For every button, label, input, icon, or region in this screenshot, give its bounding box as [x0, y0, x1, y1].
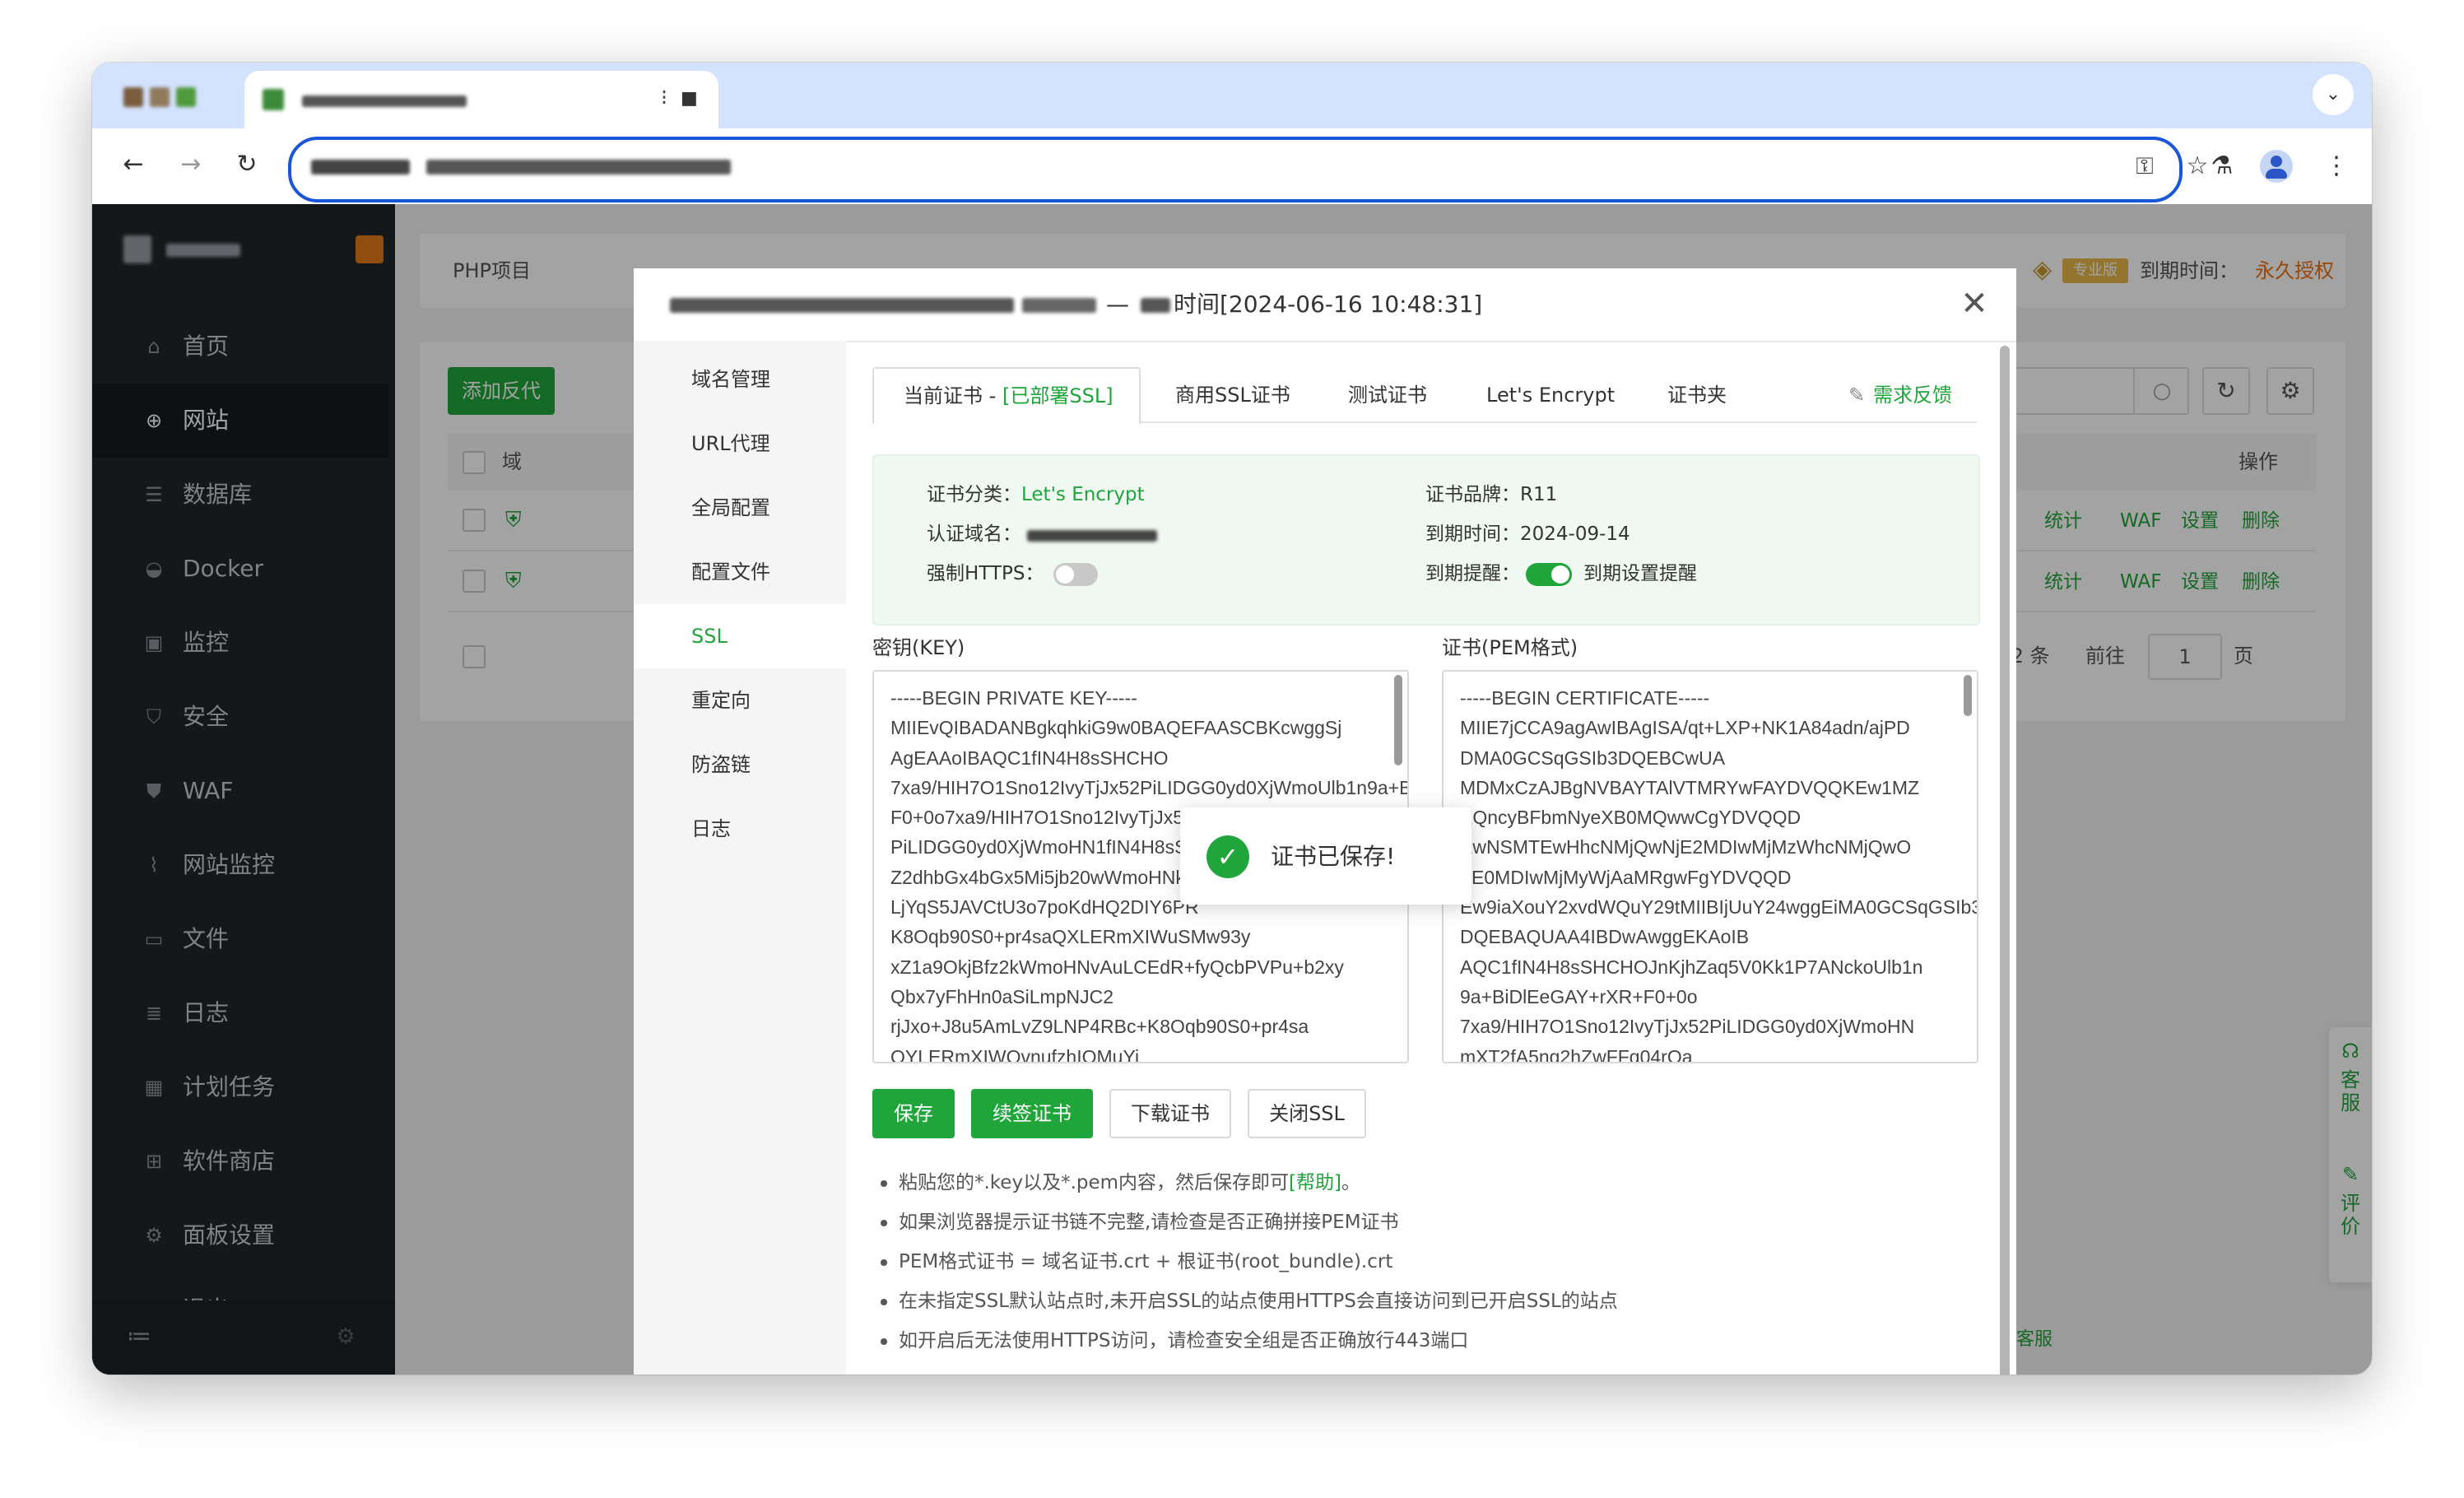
new-tab-icon[interactable]: ⁝ — [652, 86, 676, 110]
close-ssl-button[interactable]: 关闭SSL — [1248, 1089, 1366, 1138]
profile-icon[interactable] — [2260, 150, 2293, 183]
cert-label: 证书(PEM格式) — [1442, 636, 1578, 659]
cert-category: 证书分类：Let's Encrypt — [927, 481, 1145, 509]
nav-global-config[interactable]: 全局配置 — [634, 476, 846, 540]
cert-brand-label: 证书品牌： — [1425, 484, 1520, 505]
certificate-textarea[interactable]: -----BEGIN CERTIFICATE----- MIIE7jCCA9ag… — [1442, 670, 1978, 1063]
help-item: 在未指定SSL默认站点时,未开启SSL的站点使用HTTPS会直接访问到已开启SS… — [881, 1287, 1618, 1315]
feedback-label: 需求反馈 — [1873, 384, 1953, 407]
help-text: PEM格式证书 = 域名证书.crt + 根证书(root_bundle).cr… — [899, 1251, 1393, 1272]
cert-scrollbar[interactable] — [1964, 675, 1972, 716]
key-scrollbar[interactable] — [1394, 675, 1402, 765]
expire-remind-link[interactable]: 到期设置提醒 — [1583, 560, 1697, 588]
help-text: 在未指定SSL默认站点时,未开启SSL的站点使用HTTPS会直接访问到已开启SS… — [899, 1291, 1618, 1312]
nav-ssl[interactable]: SSL — [634, 604, 846, 668]
tab-current-status: [已部署SSL] — [1002, 384, 1113, 407]
nav-label: 全局配置 — [691, 496, 770, 519]
tab-test-cert[interactable]: 测试证书 — [1348, 367, 1427, 423]
force-https-toggle[interactable] — [1053, 563, 1098, 586]
tab-commercial-ssl[interactable]: 商用SSL证书 — [1175, 367, 1290, 423]
expire-remind-toggle[interactable] — [1526, 563, 1572, 586]
download-cert-button[interactable]: 下载证书 — [1109, 1089, 1231, 1138]
nav-label: URL代理 — [691, 432, 770, 455]
expire-remind: 到期提醒： — [1425, 560, 1520, 588]
browser-window: ■ ⁝ ⌄ ← → ↻ ⚿ ☆ ⚗ ⋮ ⌂ 首页 ⊕ 网站 ☰ 数据库 ◒ Do… — [92, 63, 2372, 1375]
help-item: 如开启后无法使用HTTPS访问，请检查安全组是否正确放行443端口 — [881, 1327, 1468, 1355]
cert-domain: 认证域名： — [927, 520, 1021, 548]
renew-cert-button[interactable]: 续签证书 — [971, 1089, 1093, 1138]
tab-current-cert[interactable]: 当前证书 - [已部署SSL] — [872, 367, 1141, 425]
tab-search-icon[interactable]: ⌄ — [2313, 74, 2354, 115]
cert-brand-value: R11 — [1520, 484, 1558, 505]
modal-scrollbar[interactable] — [2000, 346, 2010, 1375]
help-text: 如开启后无法使用HTTPS访问，请检查安全组是否正确放行443端口 — [899, 1330, 1469, 1351]
nav-domain-management[interactable]: 域名管理 — [634, 347, 846, 412]
modal-title: 时间[2024-06-16 10:48:31] — [1174, 291, 1483, 318]
cert-category-label: 证书分类： — [927, 484, 1021, 505]
help-item: PEM格式证书 = 域名证书.crt + 根证书(root_bundle).cr… — [881, 1248, 1392, 1276]
nav-label: 配置文件 — [691, 561, 770, 584]
help-text: 如果浏览器提示证书链不完整,请检查是否正确拼接PEM证书 — [899, 1212, 1399, 1233]
cert-expire: 到期时间：2024-09-14 — [1425, 520, 1630, 548]
help-text: 粘贴您的*.key以及*.pem内容，然后保存即可 — [899, 1172, 1290, 1193]
reload-icon[interactable]: ↻ — [230, 148, 263, 181]
nav-label: 重定向 — [691, 689, 751, 712]
cert-domain-label: 认证域名： — [927, 523, 1021, 545]
tab-title-blurred — [302, 95, 467, 107]
nav-hotlink[interactable]: 防盗链 — [634, 733, 846, 797]
save-button[interactable]: 保存 — [872, 1089, 955, 1138]
help-tail: 。 — [1341, 1172, 1360, 1193]
tab-close-icon[interactable]: ■ — [681, 90, 698, 108]
nav-label: 域名管理 — [691, 368, 770, 391]
tab-favicon — [263, 89, 284, 110]
nav-label: 日志 — [691, 817, 731, 840]
site-name-blurred — [670, 298, 1014, 313]
help-item: 粘贴您的*.key以及*.pem内容，然后保存即可[帮助]。 — [881, 1169, 1360, 1197]
site-name-blurred-2 — [1022, 298, 1096, 313]
edit-note-icon: ✎ — [1848, 384, 1866, 407]
cert-expire-label: 到期时间： — [1425, 523, 1520, 545]
cert-category-value: Let's Encrypt — [1021, 484, 1145, 505]
nav-url-proxy[interactable]: URL代理 — [634, 412, 846, 476]
modal-header: — 时间[2024-06-16 10:48:31] ✕ — [634, 268, 2016, 342]
nav-label: 防盗链 — [691, 753, 751, 776]
title-blurred-3 — [1141, 298, 1170, 313]
cert-expire-value: 2024-09-14 — [1520, 523, 1630, 545]
force-https-label: 强制HTTPS： — [927, 563, 1044, 584]
saved-toast: ✓ 证书已保存! — [1180, 807, 1471, 905]
back-icon[interactable]: ← — [117, 148, 150, 181]
tab-lets-encrypt[interactable]: Let's Encrypt — [1486, 367, 1615, 423]
force-https: 强制HTTPS： — [927, 560, 1044, 588]
cert-brand: 证书品牌：R11 — [1425, 481, 1557, 509]
key-icon[interactable]: ⚿ — [2128, 150, 2161, 183]
modal-side-nav: 域名管理 URL代理 全局配置 配置文件 SSL 重定向 防盗链 日志 — [634, 341, 846, 1375]
title-dash: — — [1106, 291, 1129, 318]
address-bar[interactable]: ⚿ ☆ — [288, 137, 2208, 202]
tab-strip: ■ ⁝ ⌄ — [92, 63, 2372, 128]
url-text-blurred-2 — [426, 160, 731, 174]
nav-logs[interactable]: 日志 — [634, 797, 846, 861]
nav-config-file[interactable]: 配置文件 — [634, 540, 846, 604]
expire-remind-label: 到期提醒： — [1425, 563, 1520, 584]
help-link[interactable]: [帮助] — [1289, 1172, 1341, 1193]
window-controls[interactable] — [123, 86, 202, 109]
nav-redirect[interactable]: 重定向 — [634, 668, 846, 733]
forward-icon[interactable]: → — [174, 148, 207, 181]
key-label: 密钥(KEY) — [872, 636, 965, 659]
help-item: 如果浏览器提示证书链不完整,请检查是否正确拼接PEM证书 — [881, 1208, 1399, 1236]
cert-domain-blurred — [1027, 530, 1157, 542]
kebab-menu-icon[interactable]: ⋮ — [2324, 150, 2349, 183]
browser-tab-active[interactable]: ■ — [244, 71, 718, 128]
tab-cert-folder[interactable]: 证书夹 — [1667, 367, 1727, 423]
tab-current-label: 当前证书 - — [904, 384, 997, 407]
check-circle-icon: ✓ — [1206, 835, 1249, 878]
close-icon[interactable]: ✕ — [1954, 283, 1995, 324]
url-text-blurred — [311, 160, 410, 174]
cert-info-box: 证书分类：Let's Encrypt 证书品牌：R11 认证域名： 到期时间：2… — [872, 454, 1980, 626]
nav-label: SSL — [691, 625, 728, 648]
labs-icon[interactable]: ⚗ — [2204, 148, 2240, 184]
feedback-link[interactable]: ✎ 需求反馈 — [1848, 367, 1952, 423]
toast-message: 证书已保存! — [1271, 843, 1396, 870]
